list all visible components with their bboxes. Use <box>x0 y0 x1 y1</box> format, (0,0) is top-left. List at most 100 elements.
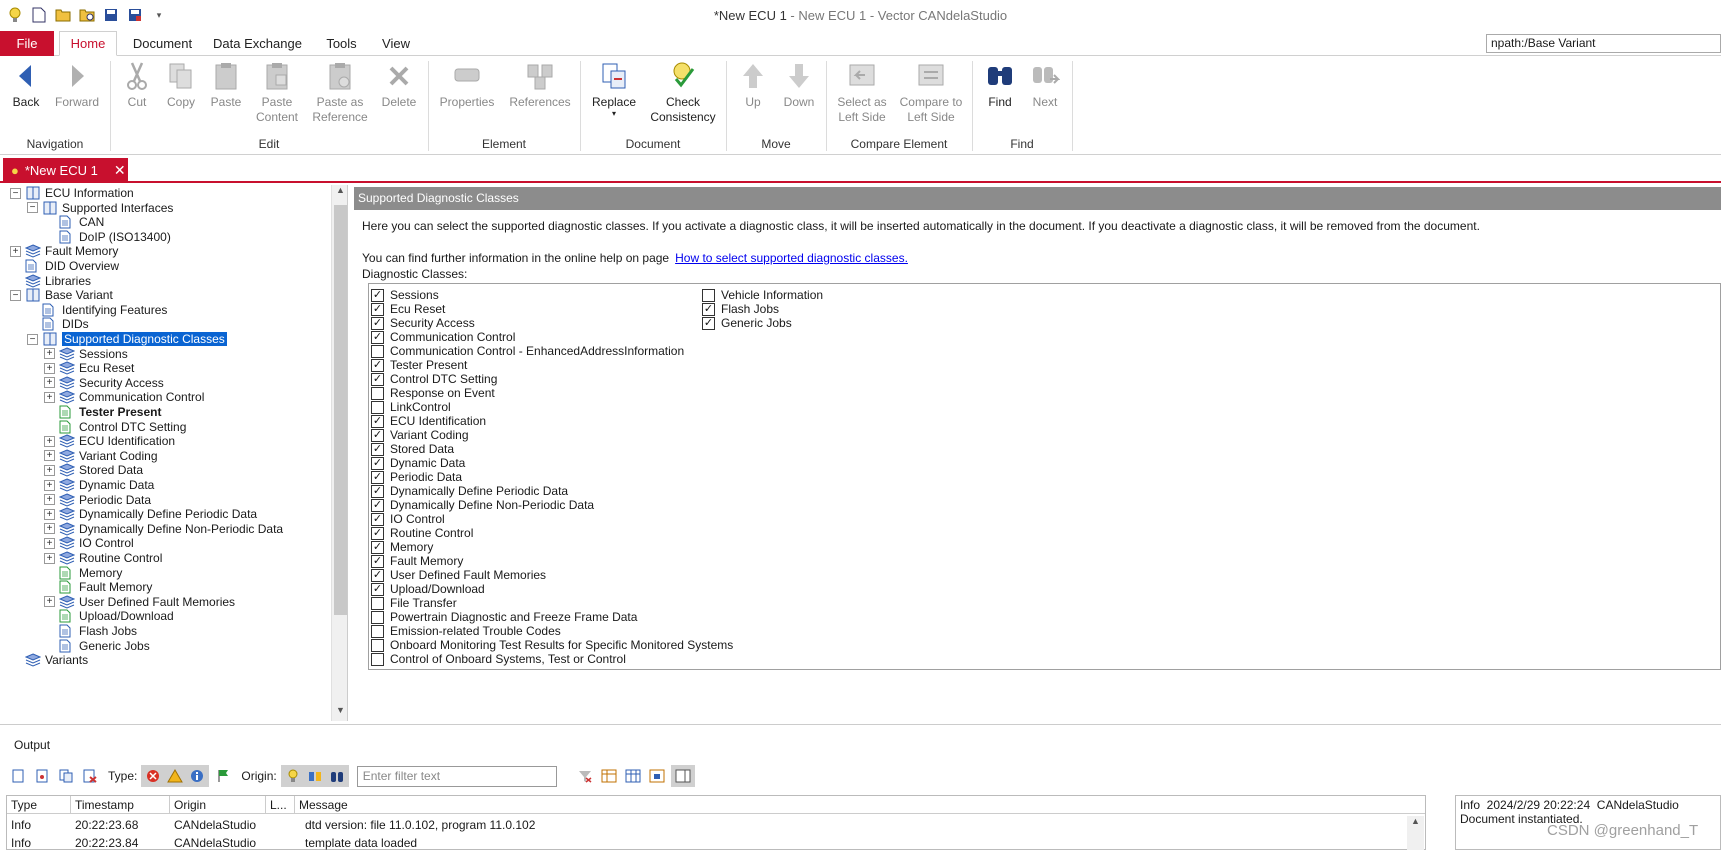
replace-dropdown-icon[interactable]: ▾ <box>588 110 640 118</box>
tree-item[interactable]: + Dynamically Define Non-Periodic Data <box>44 521 283 537</box>
tree-item[interactable]: Variants <box>10 652 88 668</box>
expand-icon[interactable]: + <box>44 479 55 491</box>
delete-button[interactable]: Delete <box>378 61 420 110</box>
down-button[interactable]: Down <box>781 61 817 110</box>
checkbox-checked[interactable]: ✓ <box>371 512 384 526</box>
forward-button[interactable]: Forward <box>52 61 102 110</box>
tree-item[interactable]: + Security Access <box>44 375 164 391</box>
checkbox-unchecked[interactable] <box>371 610 384 624</box>
select-as-left-side-button[interactable]: Select as Left Side <box>834 61 890 125</box>
expand-icon[interactable]: + <box>44 508 55 520</box>
diagnostic-class-option[interactable]: ✓ Sessions <box>371 288 439 302</box>
checkbox-checked[interactable]: ✓ <box>702 302 715 316</box>
expand-icon[interactable]: + <box>44 494 55 506</box>
checkbox-checked[interactable]: ✓ <box>371 330 384 344</box>
tree-item[interactable]: + Variant Coding <box>44 448 158 464</box>
npath-input[interactable]: npath:/Base Variant <box>1486 34 1721 53</box>
paste-button[interactable]: Paste <box>209 61 243 110</box>
diagnostic-class-option[interactable]: Onboard Monitoring Test Results for Spec… <box>371 638 733 652</box>
expand-icon[interactable]: + <box>44 391 55 403</box>
back-button[interactable]: Back <box>8 61 44 110</box>
clear-output-icon[interactable] <box>8 766 28 786</box>
expand-icon[interactable]: + <box>44 435 55 447</box>
checkbox-checked[interactable]: ✓ <box>371 498 384 512</box>
collapse-icon[interactable]: − <box>10 289 21 301</box>
checkbox-checked[interactable]: ✓ <box>371 442 384 456</box>
expand-icon[interactable]: + <box>10 245 21 257</box>
tab-data-exchange[interactable]: Data Exchange <box>210 31 305 56</box>
diagnostic-class-option[interactable]: Response on Event <box>371 386 495 400</box>
tree-item[interactable]: − ECU Information <box>10 185 134 201</box>
copy-button[interactable]: Copy <box>164 61 198 110</box>
checkbox-checked[interactable]: ✓ <box>371 358 384 372</box>
diagnostic-class-option[interactable]: ✓ User Defined Fault Memories <box>371 568 546 582</box>
checkbox-checked[interactable]: ✓ <box>371 288 384 302</box>
checkbox-checked[interactable]: ✓ <box>371 568 384 582</box>
diagnostic-class-option[interactable]: File Transfer <box>371 596 457 610</box>
checkbox-checked[interactable]: ✓ <box>371 526 384 540</box>
collapse-icon[interactable]: − <box>27 333 38 345</box>
checkbox-checked[interactable]: ✓ <box>371 456 384 470</box>
error-filter-icon[interactable] <box>143 766 163 786</box>
diagnostic-class-option[interactable]: ✓ Periodic Data <box>371 470 462 484</box>
table-row[interactable]: Info 20:22:23.84 CANdelaStudio template … <box>7 834 1425 852</box>
details-pane-icon[interactable] <box>673 766 693 786</box>
paste-content-button[interactable]: Paste Content <box>253 61 301 125</box>
checkbox-unchecked[interactable] <box>371 386 384 400</box>
diagnostic-class-option[interactable]: ✓ Communication Control <box>371 330 515 344</box>
cut-button[interactable]: Cut <box>122 61 152 110</box>
diagnostic-class-option[interactable]: Emission-related Trouble Codes <box>371 624 561 638</box>
tree-scrollbar[interactable]: ▲ ▼ <box>331 185 347 721</box>
tab-document[interactable]: Document <box>125 31 200 56</box>
binoculars-origin-icon[interactable] <box>327 766 347 786</box>
flag-filter-icon[interactable] <box>213 766 233 786</box>
checkbox-checked[interactable]: ✓ <box>371 540 384 554</box>
expand-icon[interactable]: + <box>44 523 55 535</box>
diagnostic-class-option[interactable]: Communication Control - EnhancedAddressI… <box>371 344 684 358</box>
diagnostic-class-option[interactable]: ✓ ECU Identification <box>371 414 486 428</box>
info-filter-icon[interactable] <box>187 766 207 786</box>
tree-item[interactable]: − Supported Interfaces <box>27 200 173 216</box>
expand-icon[interactable]: + <box>44 362 55 374</box>
diagnostic-class-option[interactable]: LinkControl <box>371 400 451 414</box>
diagnostic-class-option[interactable]: ✓ IO Control <box>371 512 445 526</box>
tree-item[interactable]: DID Overview <box>10 258 119 274</box>
checkbox-checked[interactable]: ✓ <box>371 428 384 442</box>
paste-as-reference-button[interactable]: Paste as Reference <box>311 61 369 125</box>
tree-item[interactable]: DIDs <box>27 316 89 332</box>
clear-filter-icon[interactable] <box>575 766 595 786</box>
diagnostic-class-option[interactable]: ✓ Memory <box>371 540 433 554</box>
tree-item[interactable]: Tester Present <box>44 404 161 420</box>
tree-item[interactable]: − Supported Diagnostic Classes <box>27 331 227 347</box>
scrollbar-thumb[interactable] <box>334 205 347 615</box>
expand-icon[interactable]: + <box>44 596 55 608</box>
checkbox-checked[interactable]: ✓ <box>371 372 384 386</box>
check-consistency-button[interactable]: Check Consistency <box>648 61 718 125</box>
diagnostic-class-option[interactable]: ✓ Control DTC Setting <box>371 372 497 386</box>
column-layout-1-icon[interactable] <box>599 766 619 786</box>
expand-icon[interactable]: + <box>44 552 55 564</box>
tree-item[interactable]: + ECU Identification <box>44 433 175 449</box>
tree-item[interactable]: + Fault Memory <box>10 243 118 259</box>
diagnostic-class-option[interactable]: Powertrain Diagnostic and Freeze Frame D… <box>371 610 637 624</box>
tree-item[interactable]: Identifying Features <box>27 302 167 318</box>
checkbox-unchecked[interactable] <box>371 400 384 414</box>
checkbox-unchecked[interactable] <box>371 638 384 652</box>
tree-item[interactable]: − Base Variant <box>10 287 113 303</box>
tree-item[interactable]: Flash Jobs <box>44 623 137 639</box>
tree-item[interactable]: Control DTC Setting <box>44 419 186 435</box>
collapse-icon[interactable]: − <box>27 202 38 214</box>
tree-item[interactable]: + Sessions <box>44 346 128 362</box>
tree-item[interactable]: Memory <box>44 565 122 581</box>
diagnostic-class-option[interactable]: ✓ Variant Coding <box>371 428 469 442</box>
tab-view[interactable]: View <box>376 31 416 56</box>
diagnostic-class-option[interactable]: Control of Onboard Systems, Test or Cont… <box>371 652 626 666</box>
warning-filter-icon[interactable] <box>165 766 185 786</box>
col-timestamp-header[interactable]: Timestamp <box>71 796 170 814</box>
tree-item[interactable]: DoIP (ISO13400) <box>44 229 171 245</box>
checkbox-checked[interactable]: ✓ <box>371 414 384 428</box>
delete-output-icon[interactable] <box>80 766 100 786</box>
tree-item[interactable]: + Dynamically Define Periodic Data <box>44 506 257 522</box>
tree-item[interactable]: + Routine Control <box>44 550 162 566</box>
tab-file[interactable]: File <box>0 31 54 56</box>
